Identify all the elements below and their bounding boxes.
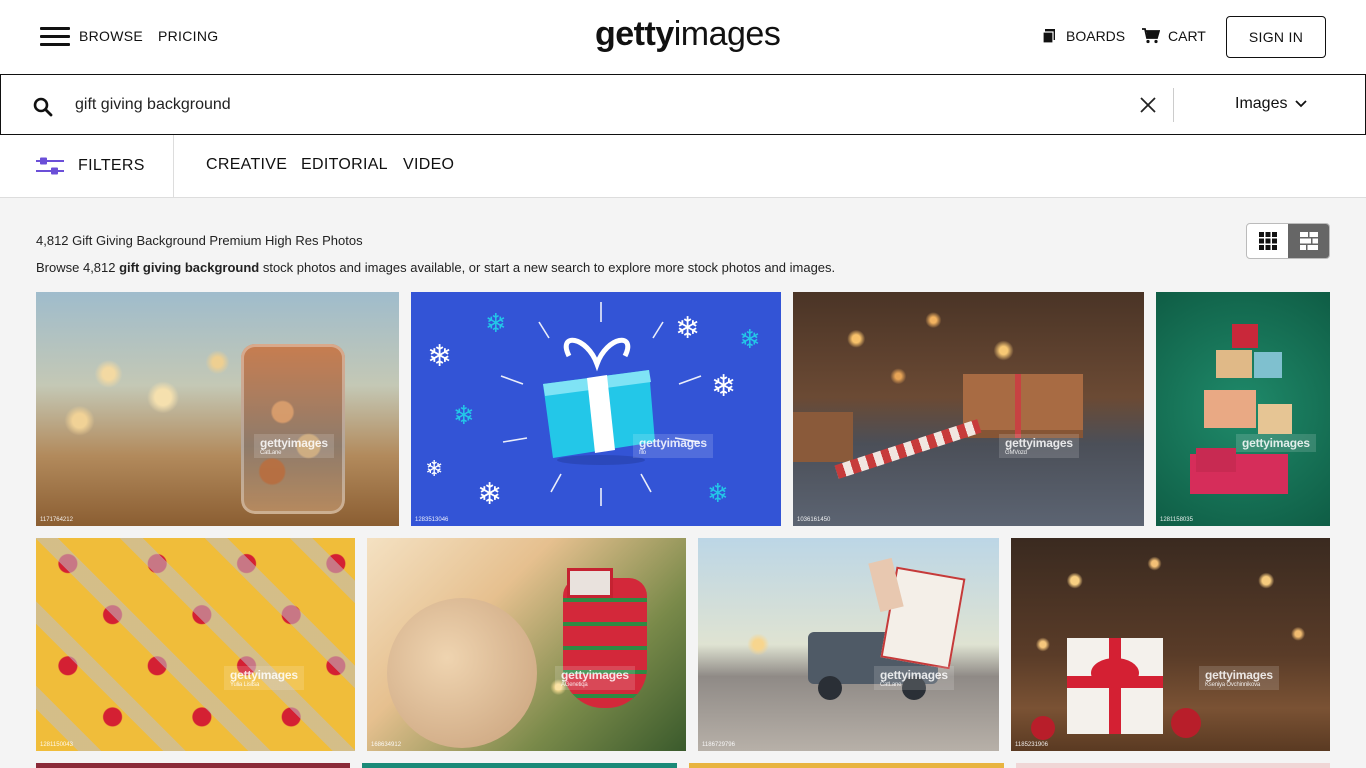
tab-editorial[interactable]: EDITORIAL [301,156,388,174]
svg-text:❄: ❄ [485,309,507,339]
image-id: 168634912 [371,742,402,748]
search-divider [1173,88,1174,122]
boards-label: BOARDS [1066,28,1126,44]
watermark: gettyimages Kseniya Ovchinnikova [1199,666,1279,690]
image-tile[interactable]: gettyimages CatLane 1186729796 [698,538,999,751]
boards-link[interactable]: BOARDS [1042,28,1125,44]
chevron-down-icon [1295,100,1308,108]
image-id: 1036161450 [797,517,831,523]
image-tile[interactable]: gettyimages AGenetiqa 168634912 [367,538,686,751]
svg-text:❄: ❄ [427,339,452,374]
cart-label: CART [1168,28,1206,44]
image-tile[interactable]: gettyimages Kseniya Ovchinnikova 11852319… [1011,538,1330,751]
pricing-link[interactable]: PRICING [158,28,218,44]
tab-video[interactable]: VIDEO [403,156,454,174]
browse-link[interactable]: BROWSE [79,28,143,44]
watermark: gettyimages GMVozd [999,434,1079,458]
image-tile[interactable]: gettyimages GMVozd 1036161450 [793,292,1144,526]
image-tile[interactable]: gettyimages 1281158035 [1156,292,1330,526]
results-title: 4,812 Gift Giving Background Premium Hig… [36,233,363,248]
image-tile[interactable]: gettyimages Yulia Lisitsa 1281150043 [36,538,355,751]
svg-text:❄: ❄ [707,479,729,509]
watermark: gettyimages CatLane [254,434,334,458]
grid-icon [1258,232,1277,250]
filters-button[interactable]: FILTERS [36,135,145,197]
image-tile[interactable] [1016,763,1330,768]
watermark: gettyimages CatLane [874,666,954,690]
filters-label: FILTERS [78,157,145,174]
view-toggle [1246,223,1330,259]
results-area: 4,812 Gift Giving Background Premium Hig… [0,198,1366,768]
watermark: gettyimages Yulia Lisitsa [224,666,304,690]
image-tile[interactable] [362,763,677,768]
top-navigation: BROWSE PRICING gettyimages BOARDS CART S… [0,0,1366,74]
image-tile[interactable]: ❄ ❄ ❄ ❄ ❄ ❄ ❄ ❄ ❄ gettyimages filo 1283513046 [411,292,781,526]
tab-creative[interactable]: CREATIVE [206,156,287,174]
image-id: 1185231906 [1015,742,1048,748]
image-id: 1171764212 [40,517,73,523]
filter-divider [173,135,174,197]
menu-icon[interactable] [40,27,70,47]
watermark: gettyimages AGenetiqa [555,666,635,690]
cart-icon [1142,28,1160,44]
image-tile[interactable] [36,763,350,768]
image-tile[interactable] [689,763,1004,768]
boards-icon [1042,29,1055,44]
svg-text:❄: ❄ [711,369,736,404]
search-icon[interactable] [33,97,53,117]
filter-bar: FILTERS CREATIVE EDITORIAL VIDEO [0,135,1366,198]
svg-text:❄: ❄ [739,325,761,355]
media-type-label: Images [1235,95,1288,112]
mosaic-icon [1299,232,1318,250]
image-tile[interactable]: gettyimages CatLane 1171764212 [36,292,399,526]
svg-text:❄: ❄ [453,401,475,431]
svg-text:❄: ❄ [425,457,443,482]
sign-in-button[interactable]: SIGN IN [1226,16,1326,58]
watermark: gettyimages [1236,434,1316,452]
grid-view-button[interactable] [1247,224,1288,258]
svg-text:❄: ❄ [477,477,502,512]
search-bar: Images [0,74,1366,135]
image-id: 1281158035 [1160,517,1193,523]
gettyimages-logo[interactable]: gettyimages [595,14,781,54]
search-input[interactable] [75,91,1115,119]
image-id: 1283513046 [415,517,449,523]
media-type-select[interactable]: Images [1235,95,1308,113]
results-description: Browse 4,812 gift giving background stoc… [36,260,836,275]
sliders-icon [36,157,64,175]
svg-text:❄: ❄ [675,311,700,346]
image-id: 1186729796 [702,742,735,748]
watermark: gettyimages filo [633,434,713,458]
cart-link[interactable]: CART [1142,28,1206,44]
mosaic-view-button[interactable] [1288,224,1329,258]
image-id: 1281150043 [40,742,73,748]
close-icon[interactable] [1139,96,1157,114]
gift-illustration: ❄❄❄ ❄❄ ❄❄❄❄ [425,302,761,512]
